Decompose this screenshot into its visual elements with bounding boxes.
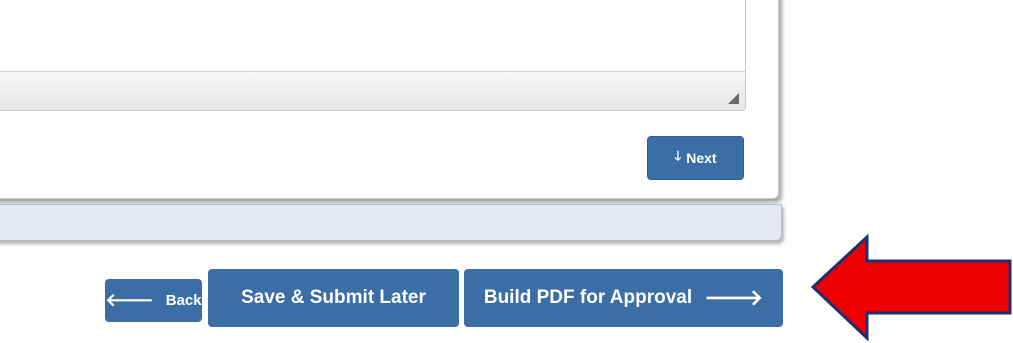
card-footer-bar <box>0 204 782 241</box>
back-button[interactable]: 🡐 Back <box>105 279 202 322</box>
back-button-label: Back <box>165 292 202 309</box>
build-pdf-button[interactable]: Build PDF for Approval 🡒 <box>464 269 783 327</box>
resize-grip-icon[interactable] <box>728 93 739 104</box>
red-pointer-arrow-icon <box>810 233 1012 342</box>
arrow-right-icon: 🡒 <box>704 285 764 310</box>
save-submit-later-button[interactable]: Save & Submit Later <box>208 269 459 327</box>
save-button-label: Save & Submit Later <box>241 287 426 308</box>
arrow-left-icon: 🡐 <box>105 290 154 310</box>
arrow-down-icon: 🡓 <box>674 148 682 163</box>
next-button[interactable]: 🡓 Next <box>647 136 744 180</box>
build-button-label: Build PDF for Approval <box>483 287 693 308</box>
page-canvas: 🡓 Next 🡐 Back Save & Submit Later Build … <box>0 0 1013 343</box>
textarea-horizontal-scrollbar[interactable] <box>0 71 745 110</box>
comments-textarea[interactable] <box>0 0 746 111</box>
next-button-label: Next <box>686 150 717 166</box>
